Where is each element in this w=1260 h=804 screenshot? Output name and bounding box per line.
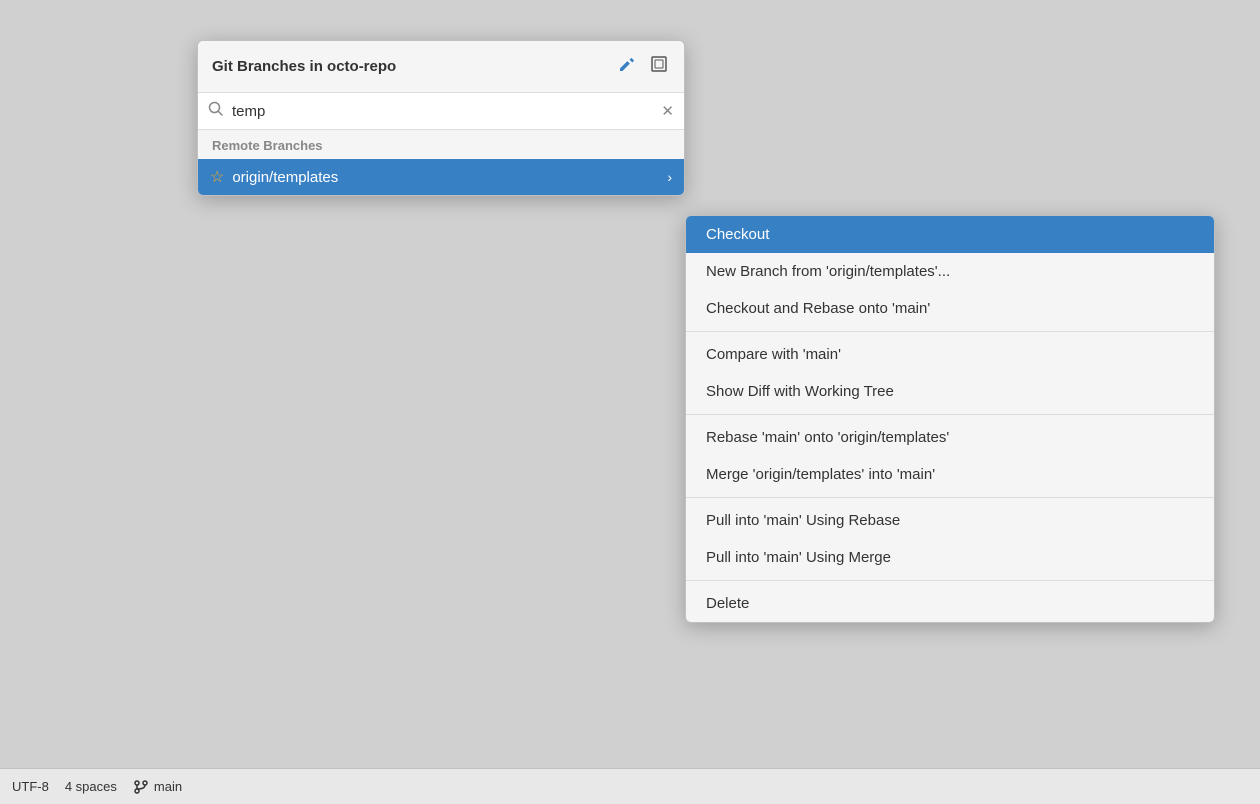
menu-item-compare[interactable]: Compare with 'main': [686, 336, 1214, 373]
remote-branches-label: Remote Branches: [198, 130, 684, 159]
menu-divider-4: [686, 580, 1214, 581]
menu-item-delete[interactable]: Delete: [686, 585, 1214, 622]
chevron-right-icon: ›: [667, 169, 672, 185]
expand-icon[interactable]: [648, 53, 670, 80]
menu-item-pull-rebase[interactable]: Pull into 'main' Using Rebase: [686, 502, 1214, 539]
panel-title: Git Branches in octo-repo: [212, 58, 396, 75]
panel-header: Git Branches in octo-repo: [198, 41, 684, 93]
menu-item-merge[interactable]: Merge 'origin/templates' into 'main': [686, 456, 1214, 493]
search-icon: [208, 101, 224, 121]
menu-item-checkout-rebase[interactable]: Checkout and Rebase onto 'main': [686, 290, 1214, 327]
menu-divider-3: [686, 497, 1214, 498]
branch-name: origin/templates: [232, 169, 659, 186]
search-bar: ✕: [198, 93, 684, 130]
indent-status: 4 spaces: [65, 779, 117, 794]
search-input[interactable]: [232, 103, 653, 120]
git-branch-icon: [133, 779, 149, 795]
context-menu: Checkout New Branch from 'origin/templat…: [685, 215, 1215, 623]
menu-item-show-diff[interactable]: Show Diff with Working Tree: [686, 373, 1214, 410]
branch-status[interactable]: main: [133, 779, 182, 795]
encoding-status: UTF-8: [12, 779, 49, 794]
panel-icons: [616, 53, 670, 80]
star-icon: ☆: [210, 167, 224, 187]
branch-name-status: main: [154, 779, 182, 794]
status-bar: UTF-8 4 spaces main: [0, 768, 1260, 804]
menu-divider-2: [686, 414, 1214, 415]
menu-item-pull-merge[interactable]: Pull into 'main' Using Merge: [686, 539, 1214, 576]
edit-icon[interactable]: [616, 53, 638, 80]
menu-divider-1: [686, 331, 1214, 332]
menu-item-checkout[interactable]: Checkout: [686, 216, 1214, 253]
branch-item-origin-templates[interactable]: ☆ origin/templates ›: [198, 159, 684, 195]
branches-panel: Git Branches in octo-repo ✕ R: [197, 40, 685, 196]
clear-icon[interactable]: ✕: [661, 102, 674, 120]
menu-item-rebase-main[interactable]: Rebase 'main' onto 'origin/templates': [686, 419, 1214, 456]
menu-item-new-branch[interactable]: New Branch from 'origin/templates'...: [686, 253, 1214, 290]
